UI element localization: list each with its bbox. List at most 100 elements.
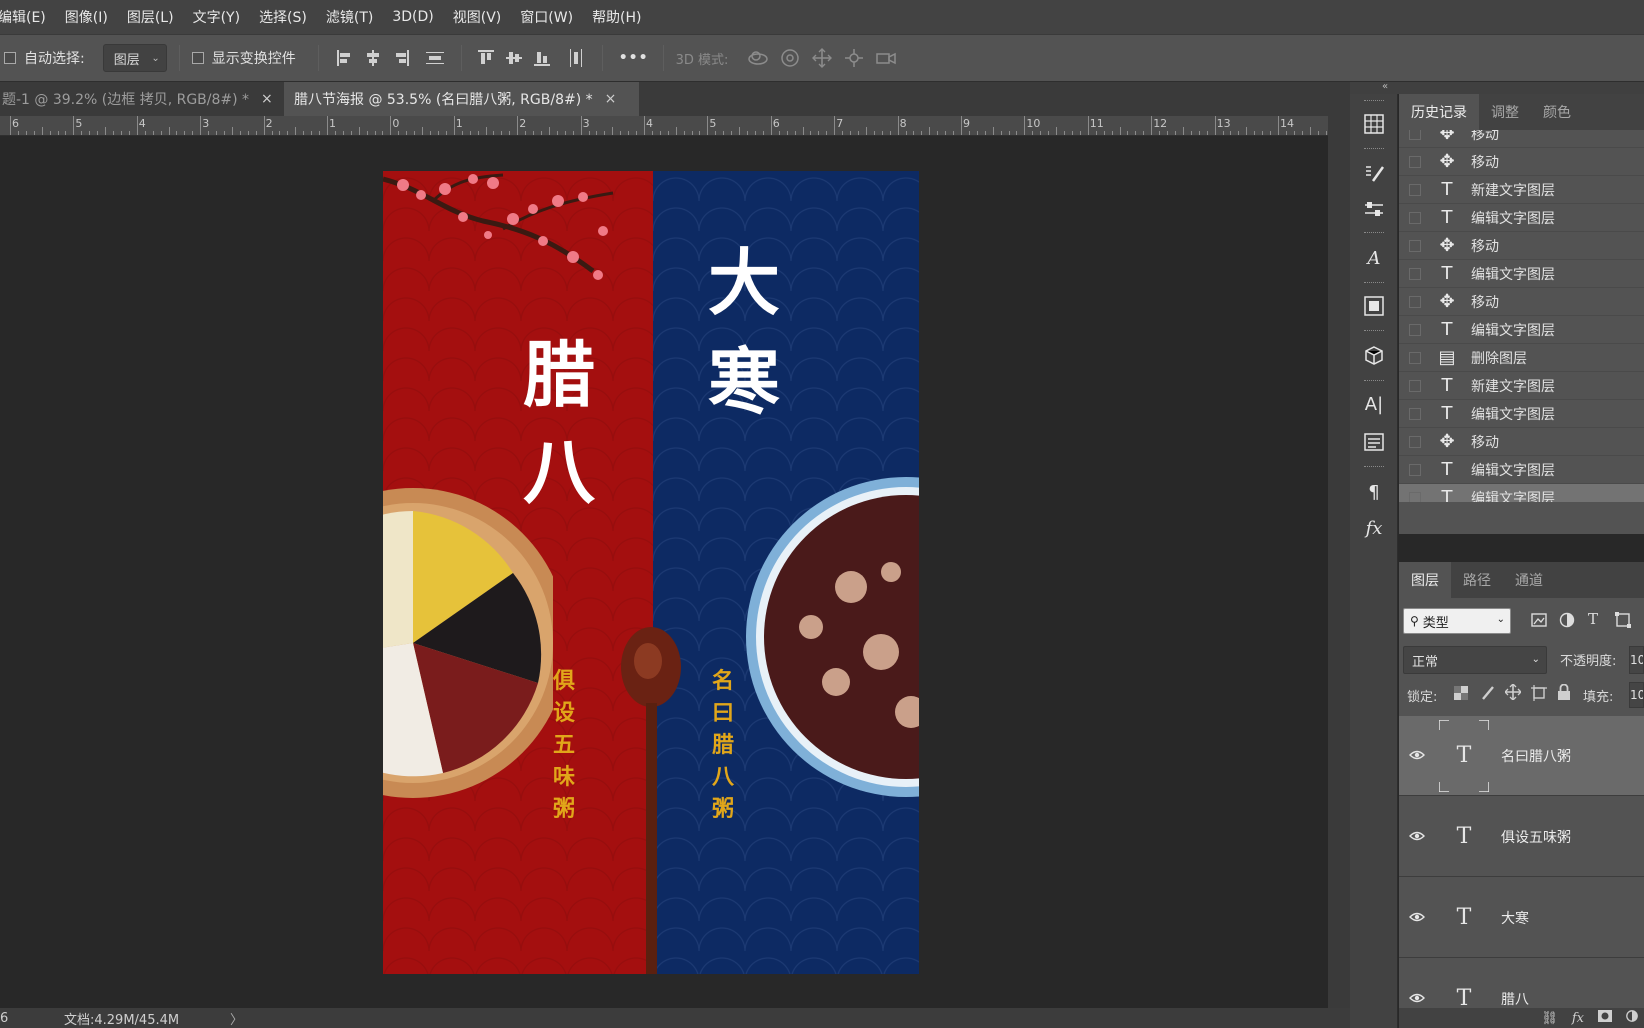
paragraph-icon[interactable]: ¶ [1362,480,1386,504]
history-snapshot-checkbox[interactable] [1409,130,1421,140]
paragraph-styles-icon[interactable] [1362,430,1386,454]
layer-row[interactable]: T 名曰腊八粥 [1399,716,1644,796]
grid-icon[interactable] [1362,112,1386,136]
show-transform-checkbox[interactable] [191,52,204,64]
menu-layer[interactable]: 图层(L) [127,7,174,27]
history-item[interactable]: T 新建文字图层 [1399,372,1644,400]
panel-collapse-bar[interactable]: « [1350,81,1644,94]
layer-name[interactable]: 名曰腊八粥 [1501,746,1571,766]
opacity-input[interactable]: 10 [1629,646,1644,674]
link-layers-icon[interactable]: ⛓ [1541,1011,1558,1026]
lock-artboard-icon[interactable] [1531,685,1547,705]
history-snapshot-checkbox[interactable] [1409,295,1421,308]
menu-type[interactable]: 文字(Y) [193,7,240,27]
3d-orbit-icon[interactable] [746,46,770,70]
align-right-icon[interactable] [389,46,413,70]
tab-document-laba-poster[interactable]: 腊八节海报 @ 53.5% (名曰腊八粥, RGB/8#) * × [284,82,639,116]
close-icon[interactable]: × [605,91,617,107]
history-snapshot-checkbox[interactable] [1409,267,1421,280]
history-item[interactable]: T 编辑文字图层 [1399,260,1644,288]
layer-name[interactable]: 俱设五味粥 [1501,827,1571,847]
poster-title-da[interactable]: 大 [708,247,780,319]
tab-layers[interactable]: 图层 [1399,562,1451,598]
menu-3d[interactable]: 3D(D) [392,9,433,25]
tab-document-1[interactable]: 题-1 @ 39.2% (边框 拷贝, RGB/8#) * × [0,82,282,116]
properties-icon[interactable] [1362,294,1386,318]
history-item[interactable]: T 编辑文字图层 [1399,316,1644,344]
history-snapshot-checkbox[interactable] [1409,211,1421,224]
menu-edit[interactable]: 编辑(E) [0,7,46,27]
visibility-eye-icon[interactable] [1399,991,1435,1007]
auto-select-dropdown[interactable]: 图层 ⌄ [102,44,167,72]
lock-position-icon[interactable] [1504,683,1522,704]
3d-roll-icon[interactable] [778,46,802,70]
add-mask-icon[interactable] [1598,1010,1612,1026]
auto-select-checkbox[interactable] [4,52,16,64]
align-left-icon[interactable] [333,46,357,70]
poster-verse-left[interactable]: 俱设五味粥 [551,665,577,825]
align-middle-icon[interactable] [502,46,526,70]
visibility-eye-icon[interactable] [1399,910,1435,926]
layer-filter-dropdown[interactable]: ⚲ 类型 ⌄ [1403,608,1511,634]
status-menu-arrow-icon[interactable]: 〉 [230,1009,243,1028]
history-item[interactable]: T 编辑文字图层 [1399,456,1644,484]
history-item[interactable]: ✥ 移动 [1399,232,1644,260]
history-item[interactable]: T 编辑文字图层 [1399,400,1644,428]
tab-paths[interactable]: 路径 [1451,562,1503,598]
distribute-horizontal-icon[interactable] [564,46,588,70]
visibility-eye-icon[interactable] [1399,748,1435,764]
lock-pixels-icon[interactable] [1481,686,1495,704]
tab-channels[interactable]: 通道 [1503,562,1555,598]
layer-name[interactable]: 大寒 [1501,908,1529,928]
history-item[interactable]: ✥ 移动 [1399,148,1644,176]
character-styles-icon[interactable]: A [1362,246,1386,270]
align-bottom-icon[interactable] [530,46,554,70]
styles-fx-icon[interactable]: fx [1362,516,1386,540]
menu-select[interactable]: 选择(S) [259,7,307,27]
visibility-eye-icon[interactable] [1399,829,1435,845]
history-snapshot-checkbox[interactable] [1409,351,1421,364]
menu-filter[interactable]: 滤镜(T) [326,7,373,27]
distribute-vertical-icon[interactable] [423,46,447,70]
more-options-button[interactable]: ••• [619,50,649,66]
history-snapshot-checkbox[interactable] [1409,155,1421,168]
layer-row[interactable]: T 腊八 [1399,959,1644,1008]
close-icon[interactable]: × [261,91,273,107]
poster-canvas[interactable]: 腊 八 大 寒 俱设五味粥 名曰腊八粥 [383,171,919,974]
poster-title-la[interactable]: 腊 [523,339,595,411]
lock-all-icon[interactable] [1557,683,1571,704]
tool-presets-icon[interactable] [1362,198,1386,222]
history-snapshot-checkbox[interactable] [1409,407,1421,420]
menu-window[interactable]: 窗口(W) [520,7,573,27]
menu-view[interactable]: 视图(V) [453,7,502,27]
history-item[interactable]: ✥ 移动 [1399,130,1644,148]
history-snapshot-checkbox[interactable] [1409,491,1421,502]
brush-settings-icon[interactable] [1362,162,1386,186]
history-snapshot-checkbox[interactable] [1409,379,1421,392]
zoom-level[interactable]: 6 [0,1011,30,1026]
tab-adjustments[interactable]: 调整 [1479,94,1531,130]
filter-shape-icon[interactable] [1615,612,1631,632]
tab-color[interactable]: 颜色 [1531,94,1583,130]
history-snapshot-checkbox[interactable] [1409,239,1421,252]
history-snapshot-checkbox[interactable] [1409,463,1421,476]
3d-slide-icon[interactable] [842,46,866,70]
3d-scale-camera-icon[interactable] [874,46,898,70]
history-item[interactable]: T 新建文字图层 [1399,176,1644,204]
3d-panel-icon[interactable] [1362,344,1386,368]
history-item[interactable]: ▤ 删除图层 [1399,344,1644,372]
filter-pixel-icon[interactable] [1531,612,1547,632]
layer-row[interactable]: T 大寒 [1399,878,1644,958]
blend-mode-dropdown[interactable]: 正常 ⌄ [1403,646,1547,674]
history-snapshot-checkbox[interactable] [1409,435,1421,448]
fill-input[interactable]: 10 [1629,682,1644,708]
align-center-icon[interactable] [361,46,385,70]
poster-title-han[interactable]: 寒 [708,346,780,418]
align-top-icon[interactable] [474,46,498,70]
lock-transparent-icon[interactable] [1454,686,1468,704]
history-snapshot-checkbox[interactable] [1409,323,1421,336]
history-item[interactable]: ✥ 移动 [1399,288,1644,316]
menu-image[interactable]: 图像(I) [65,7,108,27]
layer-row[interactable]: T 俱设五味粥 [1399,797,1644,877]
filter-type-icon[interactable]: T [1588,610,1598,628]
